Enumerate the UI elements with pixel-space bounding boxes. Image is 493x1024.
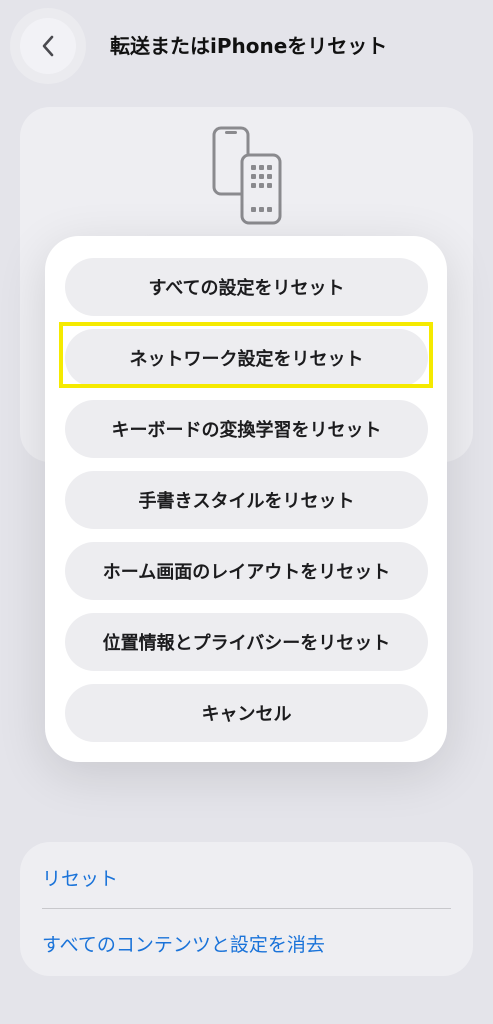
- reset-network-settings-button[interactable]: ネットワーク設定をリセット: [65, 329, 428, 387]
- iphone-transfer-icon: [212, 126, 282, 225]
- reset-home-screen-layout-button[interactable]: ホーム画面のレイアウトをリセット: [65, 542, 428, 600]
- reset-link[interactable]: リセット: [42, 864, 118, 891]
- cancel-button[interactable]: キャンセル: [65, 684, 428, 742]
- reset-action-sheet: すべての設定をリセット ネットワーク設定をリセット キーボードの変換学習をリセッ…: [45, 236, 447, 762]
- divider: [42, 908, 451, 909]
- navigation-bar: 転送またはiPhoneをリセット: [0, 0, 493, 90]
- reset-keyboard-dictionary-button[interactable]: キーボードの変換学習をリセット: [65, 400, 428, 458]
- reset-handwriting-button[interactable]: 手書きスタイルをリセット: [65, 471, 428, 529]
- reset-all-settings-button[interactable]: すべての設定をリセット: [65, 258, 428, 316]
- reset-options-card: リセット すべてのコンテンツと設定を消去: [20, 842, 473, 976]
- back-button[interactable]: [20, 18, 76, 74]
- page-title: 転送またはiPhoneをリセット: [110, 34, 388, 58]
- chevron-left-icon: [42, 35, 54, 57]
- erase-all-content-link[interactable]: すべてのコンテンツと設定を消去: [42, 930, 325, 957]
- reset-location-privacy-button[interactable]: 位置情報とプライバシーをリセット: [65, 613, 428, 671]
